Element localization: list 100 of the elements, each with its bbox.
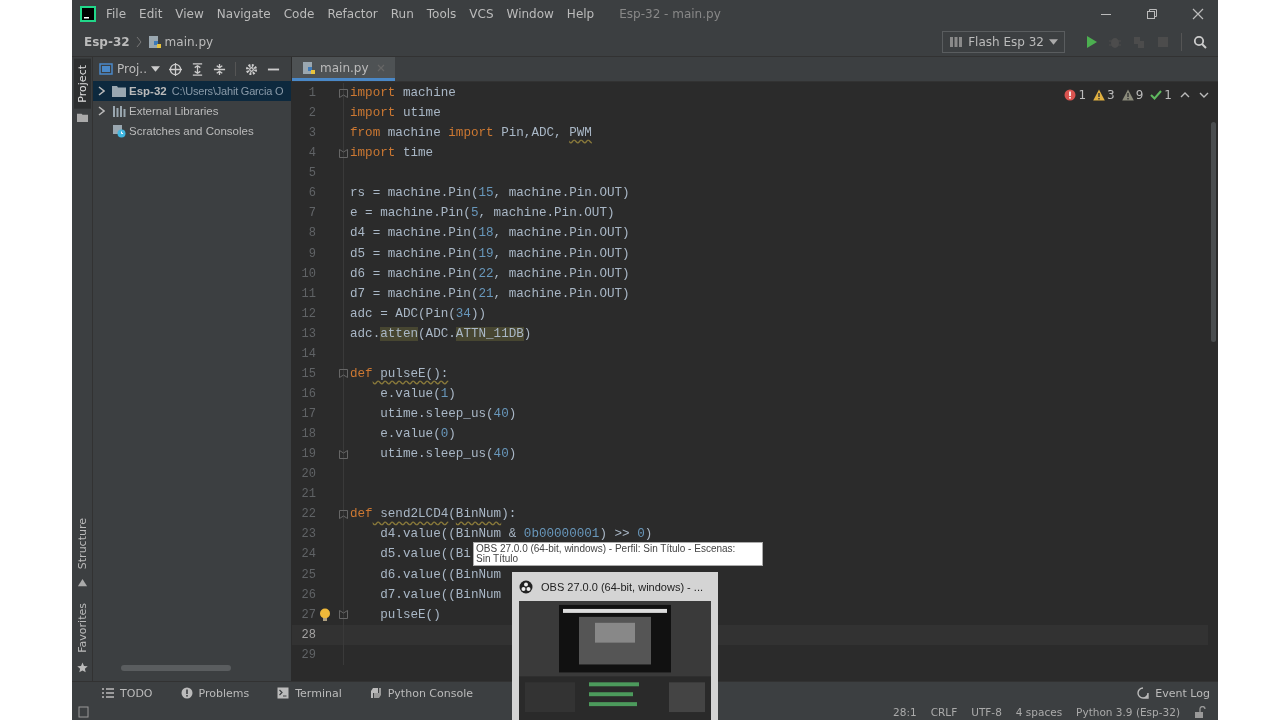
menu-item[interactable]: VCS xyxy=(469,7,494,21)
python-icon xyxy=(369,687,382,699)
status-item[interactable]: 4 spaces xyxy=(1015,706,1063,718)
menu-item[interactable]: Edit xyxy=(139,7,163,21)
scratch-file-icon xyxy=(112,124,126,138)
side-tab[interactable]: Project xyxy=(73,59,91,109)
restore-icon[interactable] xyxy=(1146,8,1158,20)
code-line: adc = ADC(Pin(34)) xyxy=(349,306,487,321)
menu-item[interactable]: Window xyxy=(506,7,554,21)
code-line: pulseE() xyxy=(379,607,441,622)
expand-all-icon[interactable] xyxy=(191,62,204,76)
fold-icon[interactable] xyxy=(339,148,348,158)
caret-icon xyxy=(151,66,160,72)
code-line: rs = machine.Pin(15, machine.Pin.OUT) xyxy=(349,186,630,201)
panel-toggle-icon[interactable] xyxy=(78,706,90,718)
chevron-right-icon[interactable] xyxy=(97,86,105,96)
line-number: 25 xyxy=(300,567,316,582)
line-number: 13 xyxy=(300,326,316,341)
code-line: d5 = machine.Pin(19, machine.Pin.OUT) xyxy=(349,246,630,261)
breadcrumb-item[interactable]: main.py xyxy=(164,35,214,49)
line-number: 20 xyxy=(300,467,316,482)
tool-window-tab[interactable]: Python Console xyxy=(369,686,473,700)
folder-icon xyxy=(112,84,126,98)
code-line: utime.sleep_us(40) xyxy=(379,447,517,462)
python-file-icon xyxy=(147,35,162,49)
line-number: 18 xyxy=(300,427,316,442)
bars-icon xyxy=(949,35,964,49)
lightbulb-icon[interactable] xyxy=(319,607,331,622)
list-icon xyxy=(102,687,114,699)
line-number: 4 xyxy=(307,146,316,161)
chevron-icon xyxy=(135,36,142,48)
ok-count[interactable]: 1 xyxy=(1150,88,1172,102)
lock-icon[interactable] xyxy=(1194,706,1206,718)
close-icon[interactable] xyxy=(1192,8,1204,20)
fold-icon[interactable] xyxy=(339,88,348,98)
side-tab[interactable]: Structure xyxy=(73,512,91,576)
line-number: 28 xyxy=(300,627,316,642)
menu-item[interactable]: Run xyxy=(390,7,414,21)
breadcrumb-item[interactable]: Esp-32 xyxy=(84,35,130,49)
menu-item[interactable]: File xyxy=(106,7,127,21)
python-file-icon xyxy=(302,60,316,75)
line-number: 1 xyxy=(307,86,316,101)
error-count[interactable]: 1 xyxy=(1064,88,1087,102)
fold-icon[interactable] xyxy=(339,509,348,519)
tree-item[interactable]: Esp-32 C:\Users\Jahit Garcia O xyxy=(93,81,291,101)
caret-icon xyxy=(1049,39,1058,45)
exclamation-icon xyxy=(180,687,193,699)
weak-count[interactable]: 9 xyxy=(1121,88,1144,102)
fold-icon[interactable] xyxy=(339,449,348,459)
scrollbar-thumb[interactable] xyxy=(1211,122,1216,342)
warning-count[interactable]: 3 xyxy=(1093,88,1115,102)
line-number: 14 xyxy=(300,346,316,361)
code-line: e.value(1) xyxy=(379,386,456,401)
tool-window-tab[interactable]: Problems xyxy=(180,686,250,700)
menu-item[interactable]: Navigate xyxy=(216,7,271,21)
crosshair-icon[interactable] xyxy=(169,62,182,76)
tooltip-text: OBS 27.0.0 (64-bit, windows) - Perfil: Sin Título - Escenas: xyxy=(476,544,737,554)
tool-window-tab[interactable]: Terminal xyxy=(277,686,342,700)
line-number: 10 xyxy=(300,266,316,281)
status-item[interactable]: 28:1 xyxy=(893,706,917,718)
code-line: adc.atten(ADC.ATTN_11DB) xyxy=(349,326,532,341)
search-icon[interactable] xyxy=(1193,35,1207,49)
run-config-dropdown[interactable]: Flash Esp 32 xyxy=(942,31,1065,53)
fold-icon[interactable] xyxy=(339,369,348,379)
editor-tab[interactable]: main.py xyxy=(292,57,395,81)
gear-icon[interactable] xyxy=(245,62,258,76)
view-dropdown[interactable]: Proj.. xyxy=(99,62,160,76)
line-number: 16 xyxy=(300,386,316,401)
window-title: Esp-32 - main.py xyxy=(619,7,721,21)
menu-item[interactable]: Refactor xyxy=(327,7,378,21)
taskbar-preview[interactable]: OBS 27.0.0 (64-bit, windows) - ... xyxy=(512,572,718,720)
line-number: 23 xyxy=(300,527,316,542)
window-icon xyxy=(99,62,113,76)
line-number: 6 xyxy=(307,186,316,201)
menu-item[interactable]: Help xyxy=(566,7,595,21)
warning-icon xyxy=(1093,89,1106,101)
menu-item[interactable]: View xyxy=(175,7,204,21)
status-item[interactable]: Python 3.9 (Esp-32) xyxy=(1076,706,1180,718)
side-tab[interactable]: Favorites xyxy=(73,597,91,659)
chevron-right-icon[interactable] xyxy=(97,106,105,116)
line-number: 5 xyxy=(307,166,316,181)
fold-icon[interactable] xyxy=(339,610,348,620)
scrollbar-thumb[interactable] xyxy=(121,665,231,671)
line-number: 8 xyxy=(307,226,316,241)
event-log-tab[interactable]: Event Log xyxy=(1137,686,1210,700)
tooltip-text: Sin Título xyxy=(476,554,520,564)
library-icon xyxy=(112,104,126,118)
tree-item[interactable]: External Libraries xyxy=(93,101,291,121)
menu-item[interactable]: Code xyxy=(283,7,315,21)
tool-window-tab[interactable]: TODO xyxy=(102,686,153,700)
line-number: 17 xyxy=(300,407,316,422)
code-line: d4.value((BinNum & 0b00000001) >> 0) xyxy=(379,527,653,542)
menu-item[interactable]: Tools xyxy=(426,7,457,21)
status-item[interactable]: UTF-8 xyxy=(971,706,1002,718)
code-line: from machine import Pin,ADC, PWM xyxy=(349,126,592,141)
run-icon[interactable] xyxy=(1084,35,1098,49)
code-line: d5.value((Bi xyxy=(379,547,471,562)
tree-item[interactable]: Scratches and Consoles xyxy=(93,121,291,141)
status-item[interactable]: CRLF xyxy=(930,706,958,718)
collapse-all-icon[interactable] xyxy=(213,62,226,76)
